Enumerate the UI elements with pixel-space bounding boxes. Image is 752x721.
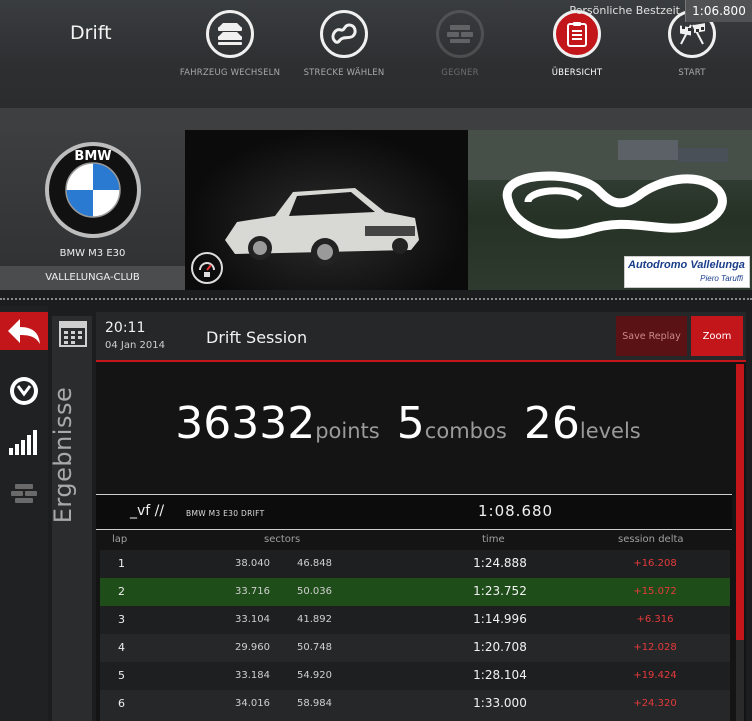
nav-label: ÜBERSICHT <box>551 68 603 78</box>
lap-number: 6 <box>118 697 125 710</box>
track-icon <box>320 10 368 58</box>
header-delta: session delta <box>618 534 684 545</box>
personal-best-label: Persönliche Bestzeit <box>569 4 680 17</box>
table-row[interactable]: 6 34.016 58.984 1:33.000 +24.320 <box>100 690 730 721</box>
table-row[interactable]: 1 38.040 46.848 1:24.888 +16.208 <box>100 550 730 578</box>
car-preview[interactable] <box>185 130 468 290</box>
left-sidebar <box>0 306 48 721</box>
session-delta: +12.028 <box>633 642 677 653</box>
levels-button[interactable] <box>0 428 48 456</box>
sector-1: 29.960 <box>235 642 270 653</box>
sector-1: 33.716 <box>235 586 270 597</box>
table-row[interactable]: 3 33.104 41.892 1:14.996 +6.316 <box>100 606 730 634</box>
session-date: 04 Jan 2014 <box>105 340 165 351</box>
bmw-logo-icon: BMW <box>45 142 141 238</box>
lap-time: 1:28.104 <box>473 668 527 682</box>
results-tab-label: Ergebnisse <box>49 386 77 524</box>
car-image <box>225 188 419 266</box>
track-preview[interactable]: Autodromo Vallelunga Piero Taruffi <box>468 130 752 290</box>
opponents-icon <box>11 484 37 503</box>
sector-2: 50.748 <box>297 642 332 653</box>
bmw-logo-letters: BMW <box>74 149 111 164</box>
save-replay-button[interactable]: Save Replay <box>616 316 687 356</box>
calendar-icon[interactable] <box>58 318 88 348</box>
nav-label: START <box>678 68 706 78</box>
zoom-button[interactable]: Zoom <box>691 316 743 356</box>
nav-choose-track[interactable]: STRECKE WÄHLEN <box>289 10 399 78</box>
track-logo-main: Autodromo Vallelunga <box>628 259 745 271</box>
points-value: 36332 <box>175 398 316 449</box>
nav-opponents: GEGNER <box>405 10 515 78</box>
cars-icon <box>206 10 254 58</box>
driver-name: _vf // <box>130 503 165 519</box>
lap-number: 1 <box>118 557 125 570</box>
session-delta: +16.208 <box>633 558 677 569</box>
scrollbar-thumb[interactable] <box>736 364 744 640</box>
sector-1: 33.104 <box>235 614 270 625</box>
track-logo: Autodromo Vallelunga Piero Taruffi <box>624 256 750 288</box>
signal-bars-icon <box>9 430 37 455</box>
sector-1: 33.184 <box>235 670 270 681</box>
lap-time: 1:24.888 <box>473 556 527 570</box>
session-time: 20:11 <box>105 320 146 336</box>
nav-label: GEGNER <box>441 68 479 78</box>
lap-number: 4 <box>118 641 125 654</box>
back-button[interactable] <box>0 312 48 350</box>
lap-time: 1:23.752 <box>473 584 527 598</box>
lap-time: 1:20.708 <box>473 640 527 654</box>
opponents-icon <box>436 10 484 58</box>
lap-number: 2 <box>118 585 125 598</box>
header-sectors: sectors <box>264 534 301 545</box>
points-label: points <box>315 419 380 443</box>
lap-time: 1:33.000 <box>473 696 527 710</box>
nav-label: FAHRZEUG WECHSELN <box>179 68 281 78</box>
session-title: Drift Session <box>206 328 308 347</box>
session-delta: +24.320 <box>633 698 677 709</box>
session-delta: +15.072 <box>633 586 677 597</box>
personal-best-strip <box>0 108 752 130</box>
sector-1: 38.040 <box>235 558 270 569</box>
sector-2: 41.892 <box>297 614 332 625</box>
sector-2: 58.984 <box>297 698 332 709</box>
driver-best-time: 1:08.680 <box>478 502 554 520</box>
time-button[interactable] <box>0 376 48 406</box>
header-lap: lap <box>112 534 128 545</box>
track-logo-sub: Piero Taruffi <box>700 274 743 283</box>
session-delta: +19.424 <box>633 670 677 681</box>
nav-label: STRECKE WÄHLEN <box>303 68 385 78</box>
session-delta: +6.316 <box>636 614 674 625</box>
combos-label: combos <box>424 419 507 443</box>
divider <box>0 298 752 300</box>
levels-label: levels <box>579 419 641 443</box>
sector-1: 34.016 <box>235 698 270 709</box>
car-name: BMW M3 E30 <box>59 248 126 259</box>
lap-number: 3 <box>118 613 125 626</box>
transmission-gauge-icon <box>191 252 223 284</box>
opponents-side-button[interactable] <box>0 482 48 508</box>
table-row[interactable]: 5 33.184 54.920 1:28.104 +19.424 <box>100 662 730 690</box>
driver-car: BMW M3 E30 DRIFT <box>186 509 265 518</box>
track-name: VALLELUNGA-CLUB <box>0 266 185 290</box>
lap-time: 1:14.996 <box>473 612 527 626</box>
sector-2: 54.920 <box>297 670 332 681</box>
score-summary: 36332points 5combos 26levels <box>96 398 732 449</box>
sector-2: 46.848 <box>297 558 332 569</box>
app-title: Drift <box>70 22 112 44</box>
lap-number: 5 <box>118 669 125 682</box>
table-row[interactable]: 4 29.960 50.748 1:20.708 +12.028 <box>100 634 730 662</box>
nav-overview[interactable]: ÜBERSICHT <box>522 10 632 78</box>
clipboard-icon <box>553 10 601 58</box>
back-arrow-icon <box>8 319 40 344</box>
table-row[interactable]: 2 33.716 50.036 1:23.752 +15.072 <box>100 578 730 606</box>
sector-2: 50.036 <box>297 586 332 597</box>
clock-icon <box>10 377 38 405</box>
nav-change-car[interactable]: FAHRZEUG WECHSELN <box>175 10 285 78</box>
personal-best-value: 1:06.800 <box>685 0 752 22</box>
combos-value: 5 <box>396 398 425 449</box>
levels-value: 26 <box>523 398 580 449</box>
header-time: time <box>482 534 505 545</box>
lap-table-header: lap sectors time session delta <box>96 532 732 548</box>
